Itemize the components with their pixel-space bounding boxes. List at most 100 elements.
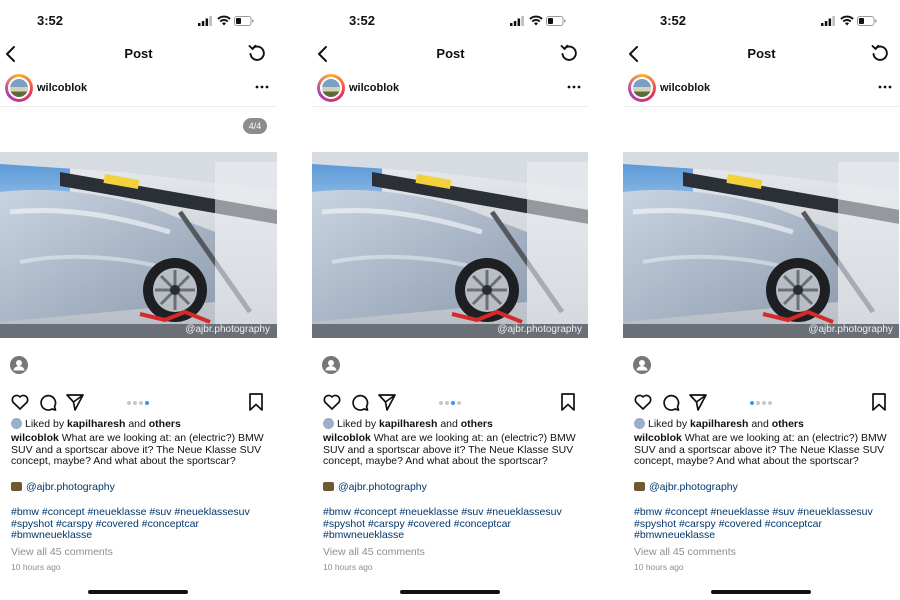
avatar[interactable] — [5, 74, 33, 102]
post-author-row[interactable]: wilcoblok — [0, 72, 277, 106]
more-horizontal-icon[interactable] — [255, 80, 269, 94]
liked-avatar — [323, 418, 334, 429]
caption-username[interactable]: wilcoblok — [323, 432, 371, 444]
divider — [0, 106, 277, 107]
liked-user[interactable]: kapilharesh — [690, 418, 748, 430]
status-time: 3:52 — [660, 13, 687, 28]
post-author-row[interactable]: wilcoblok — [623, 72, 900, 106]
view-all-comments-link[interactable]: View all 45 comments — [11, 546, 113, 558]
credit-handle[interactable]: @ajbr.photography — [26, 481, 115, 493]
post-caption: wilcoblok What are we looking at: an (el… — [11, 432, 273, 468]
carousel-dot — [127, 401, 131, 405]
camera-icon — [11, 482, 22, 491]
liked-others[interactable]: others — [772, 418, 804, 430]
carousel-dot — [756, 401, 760, 405]
carousel-dot — [457, 401, 461, 405]
post-image[interactable]: @ajbr.photography — [0, 152, 277, 338]
post-image[interactable]: @ajbr.photography — [623, 152, 899, 338]
liked-avatar — [634, 418, 645, 429]
status-bar: 3:52 — [0, 12, 277, 30]
user-tag-icon[interactable] — [633, 356, 651, 374]
post-timestamp: 10 hours ago — [634, 562, 684, 572]
username[interactable]: wilcoblok — [37, 82, 87, 94]
avatar[interactable] — [628, 74, 656, 102]
carousel-dot — [445, 401, 449, 405]
photo-trailer-car: @ajbr.photography — [623, 152, 899, 338]
liked-prefix: Liked by — [25, 418, 68, 430]
liked-prefix: Liked by — [337, 418, 380, 430]
username[interactable]: wilcoblok — [660, 82, 710, 94]
cellular-signal-icon — [510, 16, 524, 26]
liked-others[interactable]: others — [149, 418, 181, 430]
battery-icon — [857, 16, 877, 26]
post-screen-3: 3:52 Post wilcoblok @ajbr.photography Li… — [623, 0, 900, 600]
battery-icon — [546, 16, 566, 26]
battery-icon — [234, 16, 254, 26]
photo-credit[interactable]: @ajbr.photography — [323, 481, 427, 494]
liked-user[interactable]: kapilharesh — [379, 418, 437, 430]
view-all-comments-link[interactable]: View all 45 comments — [634, 546, 736, 558]
post-image[interactable]: @ajbr.photography — [312, 152, 588, 338]
more-horizontal-icon[interactable] — [878, 80, 892, 94]
carousel-indicator — [623, 400, 900, 406]
liked-mid: and — [437, 418, 461, 430]
bookmark-icon[interactable] — [871, 392, 887, 412]
photo-trailer-car: @ajbr.photography — [312, 152, 588, 338]
post-author-row[interactable]: wilcoblok — [312, 72, 589, 106]
photo-credit[interactable]: @ajbr.photography — [634, 481, 738, 494]
liked-user[interactable]: kapilharesh — [67, 418, 125, 430]
carousel-dot — [762, 401, 766, 405]
view-all-comments-link[interactable]: View all 45 comments — [323, 546, 425, 558]
carousel-indicator — [0, 400, 277, 406]
refresh-icon[interactable] — [247, 43, 267, 63]
cellular-signal-icon — [821, 16, 835, 26]
post-actions — [312, 391, 589, 413]
home-indicator[interactable] — [400, 590, 500, 594]
carousel-dot — [133, 401, 137, 405]
liked-others[interactable]: others — [461, 418, 493, 430]
status-time: 3:52 — [37, 13, 64, 28]
carousel-dot — [451, 401, 455, 405]
wifi-icon — [840, 15, 854, 26]
cellular-signal-icon — [198, 16, 212, 26]
divider — [623, 106, 900, 107]
page-title: Post — [436, 46, 465, 61]
bookmark-icon[interactable] — [560, 392, 576, 412]
caption-username[interactable]: wilcoblok — [11, 432, 59, 444]
likes-summary[interactable]: Liked by kapilharesh and others — [323, 418, 493, 431]
hashtags[interactable]: #bmw #concept #neueklasse #suv #neueklas… — [634, 506, 896, 542]
divider — [312, 106, 589, 107]
caption-username[interactable]: wilcoblok — [634, 432, 682, 444]
photo-watermark: @ajbr.photography — [497, 324, 582, 335]
hashtags[interactable]: #bmw #concept #neueklasse #suv #neueklas… — [11, 506, 273, 542]
carousel-dot — [139, 401, 143, 405]
likes-summary[interactable]: Liked by kapilharesh and others — [11, 418, 181, 431]
hashtags[interactable]: #bmw #concept #neueklasse #suv #neueklas… — [323, 506, 585, 542]
credit-handle[interactable]: @ajbr.photography — [338, 481, 427, 493]
post-screen-2: 3:52 Post wilcoblok @ajbr.photography Li… — [312, 0, 589, 600]
liked-avatar — [11, 418, 22, 429]
username[interactable]: wilcoblok — [349, 82, 399, 94]
refresh-icon[interactable] — [870, 43, 890, 63]
liked-mid: and — [125, 418, 149, 430]
user-tag-icon[interactable] — [10, 356, 28, 374]
post-actions — [623, 391, 900, 413]
home-indicator[interactable] — [88, 590, 188, 594]
photo-credit[interactable]: @ajbr.photography — [11, 481, 115, 494]
post-actions — [0, 391, 277, 413]
post-timestamp: 10 hours ago — [11, 562, 61, 572]
home-indicator[interactable] — [711, 590, 811, 594]
more-horizontal-icon[interactable] — [567, 80, 581, 94]
refresh-icon[interactable] — [559, 43, 579, 63]
credit-handle[interactable]: @ajbr.photography — [649, 481, 738, 493]
avatar[interactable] — [317, 74, 345, 102]
carousel-dot — [750, 401, 754, 405]
photo-watermark: @ajbr.photography — [808, 324, 893, 335]
user-tag-icon[interactable] — [322, 356, 340, 374]
likes-summary[interactable]: Liked by kapilharesh and others — [634, 418, 804, 431]
post-timestamp: 10 hours ago — [323, 562, 373, 572]
bookmark-icon[interactable] — [248, 392, 264, 412]
camera-icon — [634, 482, 645, 491]
camera-icon — [323, 482, 334, 491]
photo-trailer-car: @ajbr.photography — [0, 152, 277, 338]
